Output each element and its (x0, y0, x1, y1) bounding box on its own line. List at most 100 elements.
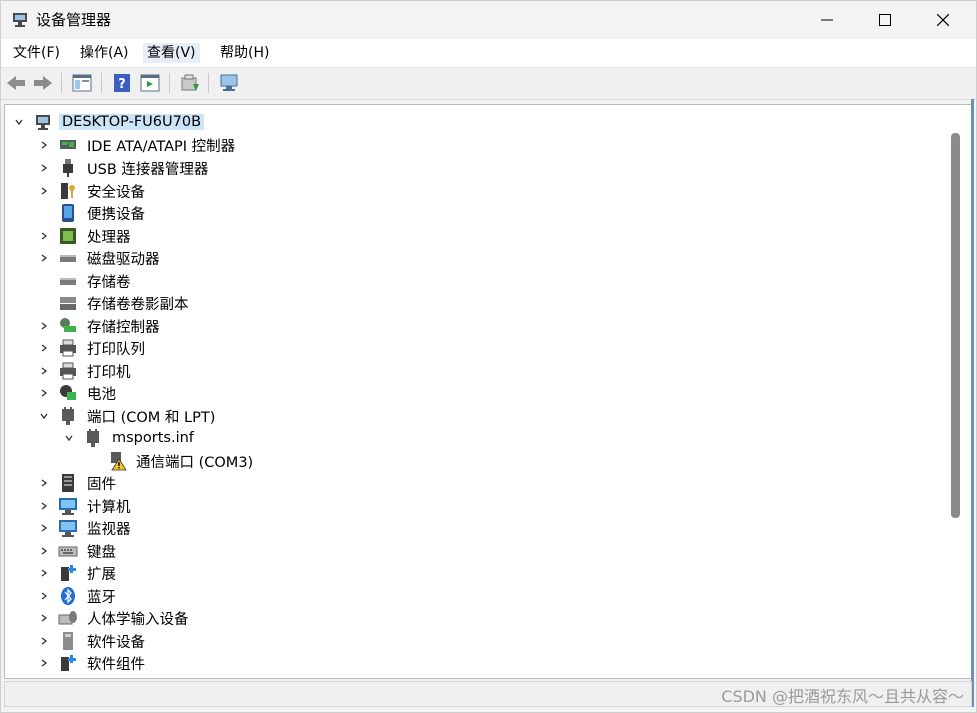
svg-text:?: ? (118, 77, 126, 92)
tree-item-label: 计算机 (87, 499, 131, 516)
tree-item-label: 打印队列 (87, 341, 145, 358)
chevron-right-icon[interactable] (38, 320, 50, 332)
tree-item-label: USB 连接器管理器 (87, 161, 209, 178)
menu-action[interactable]: 操作(A) (76, 43, 133, 63)
tree-item-label: 软件设备 (87, 634, 145, 651)
tree-item-label: msports.inf (112, 430, 194, 446)
toolbar: ? (1, 68, 976, 100)
tree-item-label: 通信端口 (COM3) (136, 454, 254, 471)
chevron-right-icon[interactable] (38, 185, 50, 197)
tree-item[interactable]: 磁盘驱动器 (38, 247, 163, 269)
tree-item[interactable]: 监视器 (38, 517, 134, 539)
usb-icon (58, 158, 78, 178)
chevron-right-icon[interactable] (38, 657, 50, 669)
tree-item[interactable]: 打印机 (38, 360, 134, 382)
menu-view[interactable]: 查看(V) (143, 43, 200, 63)
tree-item-label: 存储卷卷影副本 (87, 296, 189, 313)
tree-item[interactable]: 打印队列 (38, 337, 148, 359)
menu-file[interactable]: 文件(F) (9, 43, 64, 63)
chevron-right-icon[interactable] (38, 590, 50, 602)
tree-root[interactable]: DESKTOP-FU6U70B (13, 111, 205, 133)
chevron-right-icon[interactable] (38, 365, 50, 377)
chevron-right-icon[interactable] (38, 252, 50, 264)
software-device-icon (58, 631, 78, 651)
chevron-down-icon[interactable] (38, 410, 50, 422)
chevron-right-icon[interactable] (38, 612, 50, 624)
maximize-button[interactable] (862, 1, 908, 39)
tree-item[interactable]: 扩展 (38, 562, 119, 584)
tree-item-label: 磁盘驱动器 (87, 251, 160, 268)
back-arrow-icon (7, 76, 25, 90)
tree-item-label: 便携设备 (87, 206, 145, 223)
chevron-right-icon[interactable] (38, 230, 50, 242)
tree-item[interactable]: 软件设备 (38, 630, 148, 652)
update-driver-icon (181, 74, 199, 91)
minimize-icon (821, 19, 833, 21)
chevron-right-icon[interactable] (38, 500, 50, 512)
no-chevron (38, 207, 50, 219)
tree-item[interactable]: IDE ATA/ATAPI 控制器 (38, 134, 238, 156)
tree-item-expanded[interactable]: 端口 (COM 和 LPT) (38, 405, 218, 427)
menu-help[interactable]: 帮助(H) (216, 43, 273, 63)
tree-item[interactable]: 固件 (38, 472, 119, 494)
tree-item[interactable]: 人体学输入设备 (38, 607, 192, 629)
tree-item[interactable]: 计算机 (38, 495, 134, 517)
device-manager-app-icon (11, 10, 29, 32)
back-button[interactable] (5, 72, 27, 94)
tree-item-label: 存储卷 (87, 274, 131, 291)
tree-item[interactable]: USB 连接器管理器 (38, 157, 211, 179)
tree-item[interactable]: 存储卷 (38, 270, 134, 292)
show-hide-console-tree-button[interactable] (71, 72, 93, 94)
tree-item-label: 键盘 (87, 544, 116, 561)
scan-hardware-button[interactable] (218, 72, 240, 94)
chevron-right-icon[interactable] (38, 477, 50, 489)
chevron-right-icon[interactable] (38, 139, 50, 151)
storage-controller-icon (58, 316, 78, 336)
toolbar-separator (208, 73, 209, 93)
tree-item-label: 处理器 (87, 229, 131, 246)
chevron-right-icon[interactable] (38, 635, 50, 647)
port-icon (83, 428, 103, 448)
monitor-icon (58, 518, 78, 538)
tree-item-expanded[interactable]: msports.inf (63, 427, 197, 449)
tree-item[interactable]: 存储卷卷影副本 (38, 292, 192, 314)
security-device-icon (58, 181, 78, 201)
vertical-scrollbar-thumb[interactable] (951, 133, 960, 518)
chevron-right-icon[interactable] (38, 545, 50, 557)
tree-item[interactable]: 安全设备 (38, 180, 148, 202)
tree-item[interactable]: 电池 (38, 382, 119, 404)
tree-item-device[interactable]: 通信端口 (COM3) (87, 450, 256, 472)
tree-item[interactable]: 蓝牙 (38, 585, 119, 607)
print-queue-icon (58, 338, 78, 358)
tree-item-label: 打印机 (87, 364, 131, 381)
close-button[interactable] (920, 1, 966, 39)
toolbar-separator (169, 73, 170, 93)
keyboard-icon (58, 541, 78, 561)
tree-item[interactable]: 便携设备 (38, 202, 148, 224)
minimize-button[interactable] (804, 1, 850, 39)
tree-item[interactable]: 键盘 (38, 540, 119, 562)
chevron-down-icon[interactable] (63, 432, 75, 444)
tree-root-label: DESKTOP-FU6U70B (59, 114, 205, 130)
tree-item[interactable]: 存储控制器 (38, 315, 163, 337)
forward-button[interactable] (32, 72, 54, 94)
storage-volume-icon (58, 271, 78, 291)
chevron-right-icon[interactable] (38, 387, 50, 399)
help-icon: ? (114, 74, 130, 92)
help-button[interactable]: ? (111, 72, 133, 94)
chevron-right-icon[interactable] (38, 567, 50, 579)
device-tree-pane[interactable]: DESKTOP-FU6U70B IDE ATA/ATAPI 控制器 USB 连接… (4, 104, 972, 679)
title-bar[interactable]: 设备管理器 (1, 1, 976, 39)
tree-item-label: 人体学输入设备 (87, 611, 189, 628)
chevron-right-icon[interactable] (38, 162, 50, 174)
processor-icon (58, 226, 78, 246)
chevron-right-icon[interactable] (38, 342, 50, 354)
tree-item[interactable]: 处理器 (38, 225, 134, 247)
action-pane-button[interactable] (139, 72, 161, 94)
no-chevron (38, 275, 50, 287)
update-driver-button[interactable] (179, 72, 201, 94)
chevron-right-icon[interactable] (38, 522, 50, 534)
chevron-down-icon[interactable] (13, 116, 25, 128)
tree-item[interactable]: 软件组件 (38, 652, 148, 674)
action-pane-icon (140, 74, 160, 92)
